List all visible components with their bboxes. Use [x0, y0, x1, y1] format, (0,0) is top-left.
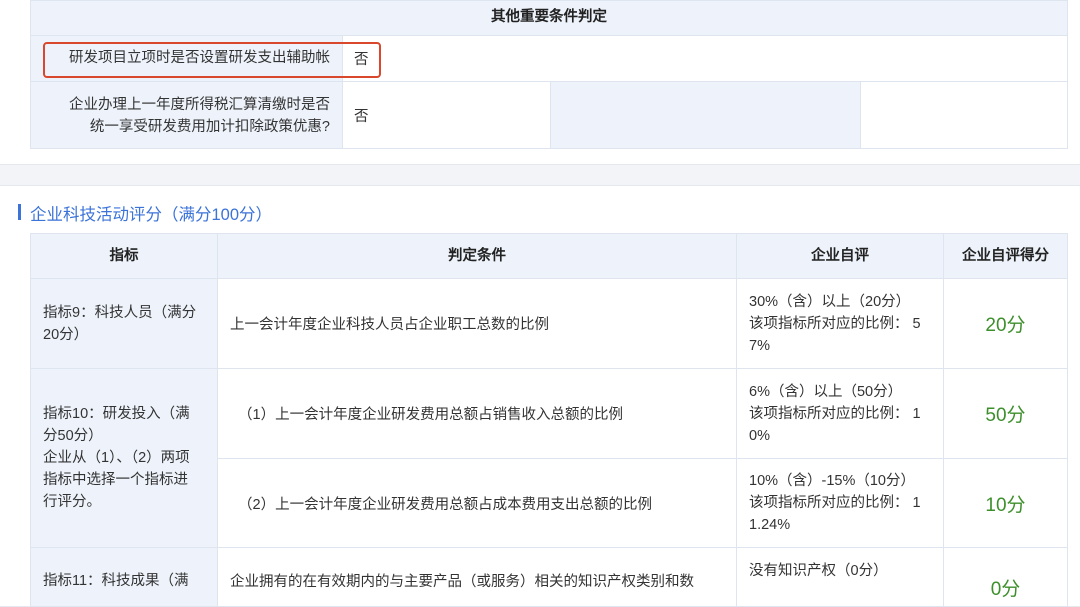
indicator-line: 分50分） — [43, 428, 103, 444]
self-eval-line: 7% — [749, 337, 770, 354]
section-title: 企业科技活动评分（满分100分） — [30, 206, 273, 224]
condition-label: 企业办理上一年度所得税汇算清缴时是否 统一享受研发费用加计扣除政策优惠? — [31, 82, 343, 148]
indicator-line: 企业从（1）、（2）两项 — [43, 450, 190, 466]
self-eval-cell: 6%（含）以上（50分） 该项指标所对应的比例： 1 0% — [736, 368, 944, 459]
section-accent-bar — [18, 204, 21, 220]
condition-value: 否 — [354, 109, 369, 125]
condition-label-line: 统一享受研发费用加计扣除政策优惠? — [89, 119, 330, 135]
indicator-line: 指标10：研发投入（满 — [43, 406, 190, 422]
indicator-line: 20分） — [43, 326, 89, 343]
score-cell: 0分 — [943, 547, 1068, 607]
indicator-cell: 指标9：科技人员（满分 20分） — [30, 278, 218, 369]
self-eval-line: 0% — [749, 427, 770, 444]
column-header: 企业自评 — [736, 233, 944, 279]
score-cell: 50分 — [943, 368, 1068, 459]
condition-cell: 上一会计年度企业科技人员占企业职工总数的比例 — [217, 278, 737, 369]
condition-label-line: 企业办理上一年度所得税汇算清缴时是否 — [69, 97, 330, 113]
empty-cell — [550, 82, 861, 148]
conditions-card: 其他重要条件判定 研发项目立项时是否设置研发支出辅助帐 否 企业办理上一年度所得… — [0, 0, 1080, 165]
indicator-cell: 指标11：科技成果（满 — [30, 547, 218, 607]
self-eval-line: 30%（含）以上（20分） — [749, 293, 911, 310]
column-header: 判定条件 — [217, 233, 737, 279]
condition-cell: 企业拥有的在有效期内的与主要产品（或服务）相关的知识产权类别和数 — [217, 547, 737, 607]
indicator-cell: 指标10：研发投入（满 分50分） 企业从（1）、（2）两项 指标中选择一个指标… — [30, 368, 218, 548]
self-eval-line: 该项指标所对应的比例： 5 — [749, 315, 921, 332]
indicator-line: 指标中选择一个指标进 — [43, 472, 188, 488]
self-eval-cell: 没有知识产权（0分） — [736, 547, 944, 607]
column-header: 企业自评得分 — [943, 233, 1068, 279]
column-header: 指标 — [30, 233, 218, 279]
indicator-line: 指标9：科技人员（满分 — [43, 304, 197, 321]
self-eval-line: 10%（含）-15%（10分） — [749, 473, 915, 489]
self-eval-cell: 30%（含）以上（20分） 该项指标所对应的比例： 5 7% — [736, 278, 944, 369]
self-eval-line: 该项指标所对应的比例： 1 — [749, 495, 921, 511]
indicator-line: 指标11：科技成果（满 — [43, 573, 189, 589]
self-eval-line: 6%（含）以上（50分） — [749, 383, 903, 400]
indicator-line: 行评分。 — [43, 494, 101, 510]
score-table: 指标 判定条件 企业自评 企业自评得分 指标9：科技人员（满分 20分） 上一会… — [30, 233, 1068, 607]
conditions-header: 其他重要条件判定 — [30, 0, 1068, 36]
self-eval-line: 该项指标所对应的比例： 1 — [749, 405, 921, 422]
score-cell: 10分 — [943, 458, 1068, 548]
condition-cell: （2）上一会计年度企业研发费用总额占成本费用支出总额的比例 — [217, 458, 737, 548]
score-cell: 20分 — [943, 278, 1068, 369]
self-eval-line: 没有知识产权（0分） — [749, 563, 888, 579]
highlight-box — [43, 42, 381, 78]
self-eval-cell: 10%（含）-15%（10分） 该项指标所对应的比例： 1 1.24% — [736, 458, 944, 548]
self-eval-line: 1.24% — [749, 517, 791, 533]
table-row: 企业办理上一年度所得税汇算清缴时是否 统一享受研发费用加计扣除政策优惠? 否 — [30, 82, 1068, 149]
condition-cell: （1）上一会计年度企业研发费用总额占销售收入总额的比例 — [217, 368, 737, 459]
